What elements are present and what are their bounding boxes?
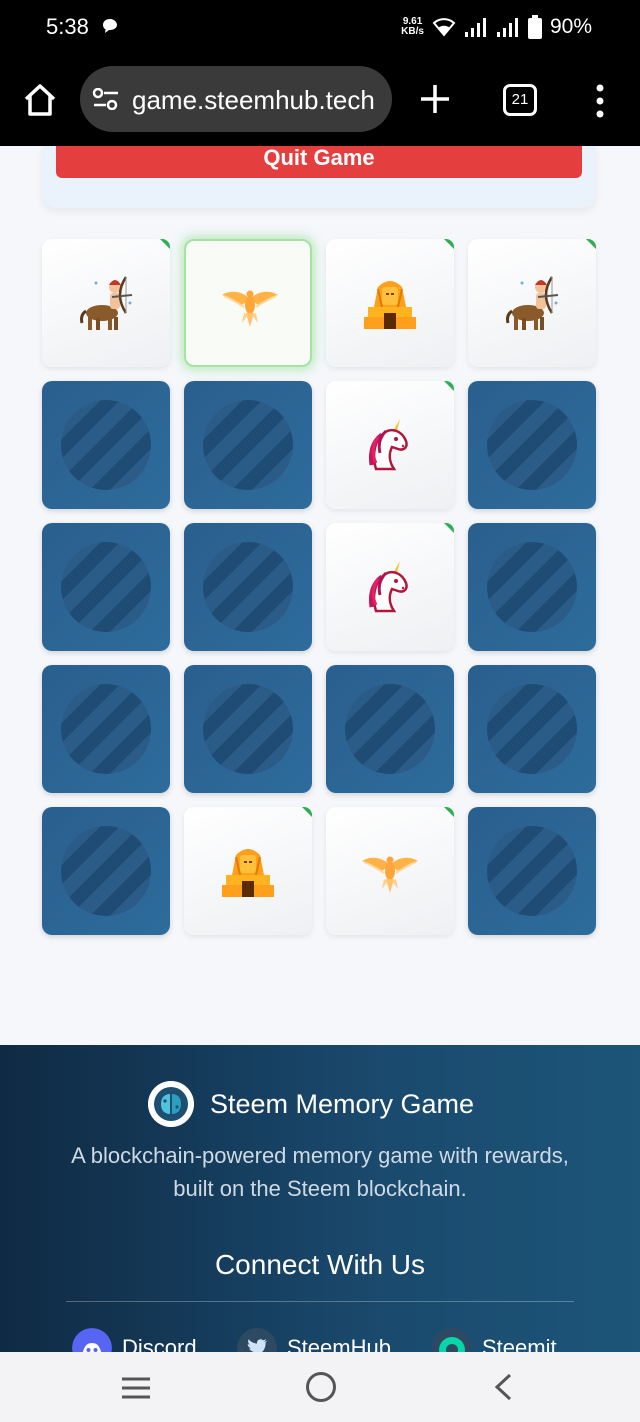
unicorn-icon	[360, 415, 420, 475]
matched-indicator	[302, 807, 312, 817]
card-back-pattern	[487, 400, 577, 490]
memory-card-facedown[interactable]	[184, 665, 312, 793]
matched-indicator	[444, 381, 454, 391]
battery-icon	[527, 15, 542, 39]
connect-heading: Connect With Us	[214, 1249, 426, 1280]
status-icons: 9.61 KB/s 90%	[401, 12, 592, 42]
card-back-pattern	[203, 400, 293, 490]
new-tab-icon[interactable]	[418, 82, 452, 116]
memory-card-facedown[interactable]	[184, 523, 312, 651]
memory-card-sphinx[interactable]	[184, 807, 312, 935]
matched-indicator	[444, 807, 454, 817]
unicorn-icon	[360, 557, 420, 617]
card-back-pattern	[487, 826, 577, 916]
card-back-pattern	[487, 542, 577, 632]
tab-switcher-button[interactable]: 21	[503, 84, 537, 116]
home-nav-icon[interactable]	[306, 1372, 336, 1402]
recents-icon[interactable]	[120, 1376, 152, 1400]
home-icon[interactable]	[22, 82, 58, 118]
card-back-pattern	[203, 684, 293, 774]
memory-card-phoenix[interactable]	[326, 807, 454, 935]
memory-card-phoenix[interactable]	[184, 239, 312, 367]
footer-tagline: A blockchain-powered memory game with re…	[71, 1143, 569, 1201]
sphinx-icon	[218, 841, 278, 901]
back-icon[interactable]	[492, 1372, 514, 1402]
signal-icon-2	[496, 18, 518, 37]
memory-card-unicorn[interactable]	[326, 381, 454, 509]
memory-card-facedown[interactable]	[184, 381, 312, 509]
memory-card-unicorn[interactable]	[326, 523, 454, 651]
sphinx-icon	[360, 273, 420, 333]
status-time: 5:38	[46, 14, 89, 39]
memory-card-sphinx[interactable]	[326, 239, 454, 367]
memory-card-facedown[interactable]	[42, 665, 170, 793]
phoenix-icon	[220, 275, 280, 335]
memory-card-facedown[interactable]	[42, 807, 170, 935]
centaur-archer-icon	[76, 273, 136, 333]
memory-card-facedown[interactable]	[42, 523, 170, 651]
chat-notification-icon	[103, 19, 117, 33]
site-settings-icon[interactable]	[92, 88, 120, 110]
memory-card-grid	[42, 239, 598, 935]
game-controls-panel: Quit Game	[42, 146, 596, 208]
quit-game-button[interactable]: Quit Game	[56, 146, 582, 178]
matched-indicator	[586, 239, 596, 249]
signal-icon	[464, 18, 486, 37]
card-back-pattern	[203, 542, 293, 632]
card-back-pattern	[487, 684, 577, 774]
card-back-pattern	[61, 542, 151, 632]
address-bar[interactable]: game.steemhub.tech	[80, 66, 392, 132]
card-back-pattern	[61, 826, 151, 916]
memory-card-centaur-archer[interactable]	[468, 239, 596, 367]
footer-brand-name: Steem Memory Game	[210, 1088, 475, 1119]
network-speed: 9.61 KB/s	[401, 17, 424, 37]
memory-card-centaur-archer[interactable]	[42, 239, 170, 367]
quit-game-label: Quit Game	[263, 146, 375, 170]
browser-toolbar: game.steemhub.tech 21	[0, 56, 640, 146]
memory-card-facedown[interactable]	[326, 665, 454, 793]
memory-card-facedown[interactable]	[468, 807, 596, 935]
card-back-pattern	[345, 684, 435, 774]
memory-card-facedown[interactable]	[468, 381, 596, 509]
centaur-archer-icon	[502, 273, 562, 333]
memory-card-facedown[interactable]	[468, 665, 596, 793]
card-back-pattern	[61, 400, 151, 490]
battery-percent: 90%	[549, 15, 592, 38]
system-navigation-bar	[0, 1352, 640, 1422]
wifi-icon	[432, 18, 456, 37]
more-menu-icon[interactable]	[588, 82, 612, 120]
footer-brand: Steem Memory Game	[148, 1081, 474, 1127]
footer-divider	[66, 1301, 574, 1302]
brain-logo-icon	[148, 1081, 194, 1127]
matched-indicator	[160, 239, 170, 249]
matched-indicator	[444, 523, 454, 533]
phoenix-icon	[360, 841, 420, 901]
status-bar: 5:38 9.61 KB/s 90%	[0, 0, 640, 56]
matched-indicator	[444, 239, 454, 249]
site-footer: Steem Memory Game A blockchain-powered m…	[0, 1045, 640, 1368]
url-text[interactable]: game.steemhub.tech	[132, 85, 382, 116]
network-speed-unit: KB/s	[401, 26, 424, 37]
memory-card-facedown[interactable]	[468, 523, 596, 651]
memory-card-facedown[interactable]	[42, 381, 170, 509]
card-back-pattern	[61, 684, 151, 774]
